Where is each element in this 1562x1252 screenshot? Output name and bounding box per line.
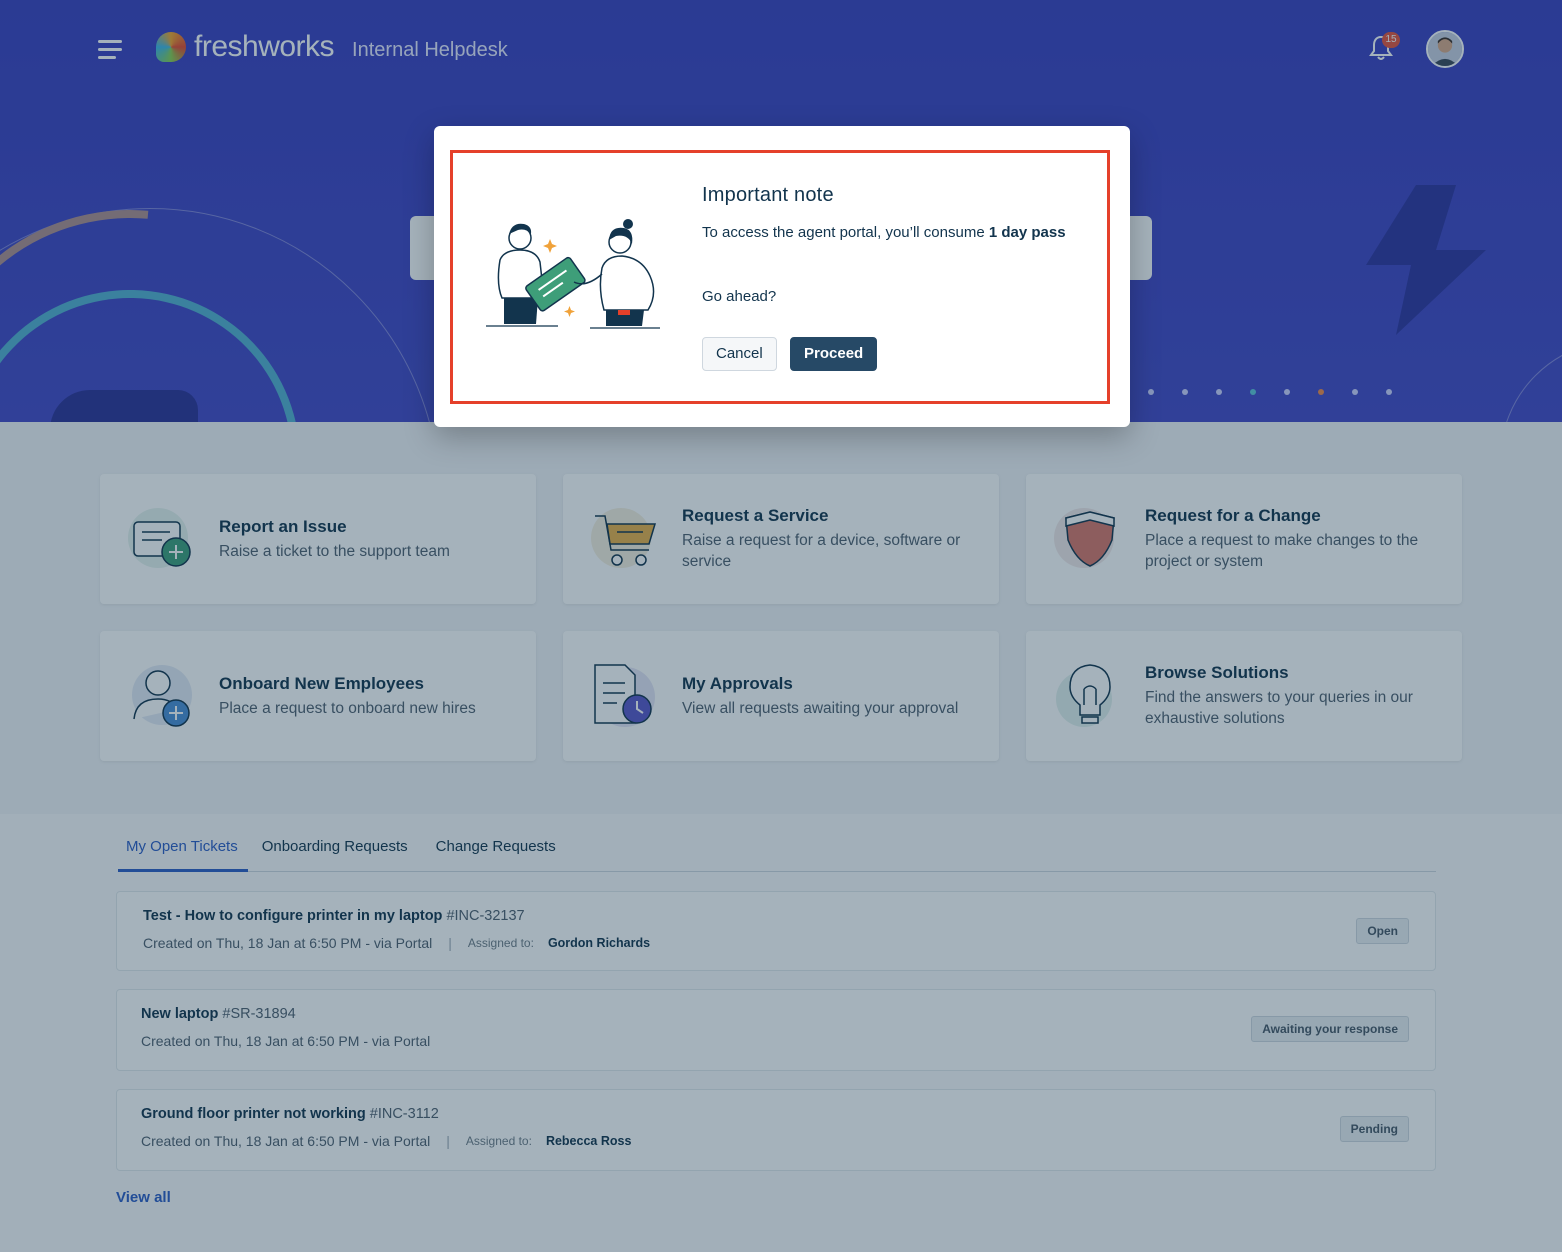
dialog-title: Important note (702, 184, 834, 206)
proceed-button[interactable]: Proceed (790, 337, 878, 371)
dialog-question: Go ahead? (702, 288, 777, 305)
dialog-message: To access the agent portal, you’ll consu… (702, 222, 1082, 244)
dialog-message-text: To access the agent portal, you’ll consu… (702, 224, 989, 241)
handshake-illustration (486, 219, 660, 329)
cancel-button[interactable]: Cancel (702, 337, 777, 371)
confirm-dialog: Important note To access the agent porta… (434, 126, 1130, 427)
dialog-message-highlight: 1 day pass (988, 224, 1066, 241)
